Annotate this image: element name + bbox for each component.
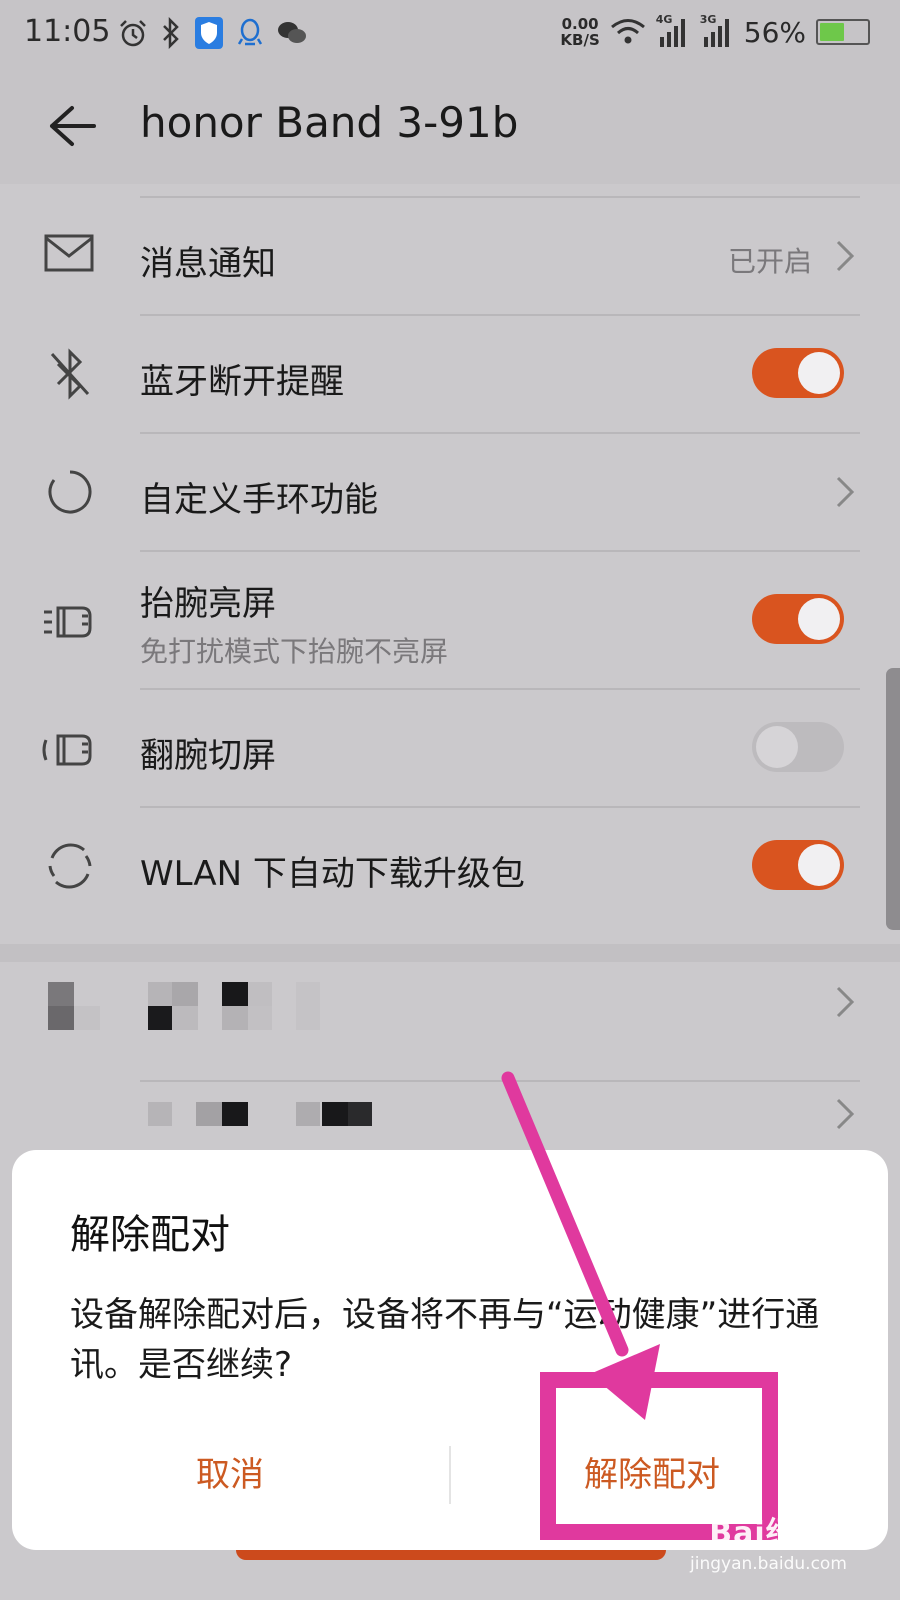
setting-label: 自定义手环功能 xyxy=(140,480,378,520)
mosaic-block xyxy=(148,1006,172,1030)
circle-refresh-icon xyxy=(48,470,92,514)
mosaic-block xyxy=(222,1102,248,1126)
signal-icon-2: 3G xyxy=(700,13,734,49)
mosaic-block xyxy=(248,982,272,1006)
watermark-url: jingyan.baidu.com xyxy=(690,1554,847,1574)
qq-icon xyxy=(237,18,263,46)
battery-icon xyxy=(816,19,870,45)
mosaic-block xyxy=(296,982,320,1030)
setting-row-wlan-upgrade: WLAN 下自动下载升级包 xyxy=(0,806,900,924)
mosaic-block xyxy=(48,982,74,1006)
toggle-switch[interactable] xyxy=(752,348,844,398)
back-arrow-icon[interactable] xyxy=(40,96,100,156)
divider xyxy=(140,1080,860,1082)
watermark: Bai经验 jingyan.baidu.com xyxy=(690,1508,847,1574)
mosaic-block xyxy=(148,982,172,1006)
mosaic-block xyxy=(74,1006,100,1030)
bluetooth-icon xyxy=(163,17,179,49)
battery-percent: 56% xyxy=(743,15,806,49)
chevron-right-icon xyxy=(836,476,855,508)
dialog-title: 解除配对 xyxy=(70,1212,230,1258)
toggle-switch[interactable] xyxy=(752,840,844,890)
mosaic-block xyxy=(322,1102,348,1126)
setting-label: 抬腕亮屏 xyxy=(140,584,276,624)
obscured-row[interactable] xyxy=(0,962,900,1080)
setting-row-message-notify[interactable]: 消息通知 已开启 xyxy=(0,196,900,314)
unpair-confirm-button[interactable]: 解除配对 xyxy=(452,1440,852,1510)
chevron-right-icon xyxy=(836,986,855,1018)
mosaic-block xyxy=(48,1006,74,1030)
signal-icon: 4G xyxy=(656,13,690,49)
toggle-switch[interactable] xyxy=(752,722,844,772)
setting-row-bluetooth-remind: 蓝牙断开提醒 xyxy=(0,314,900,432)
setting-row-custom-function[interactable]: 自定义手环功能 xyxy=(0,432,900,550)
scrollbar[interactable] xyxy=(886,668,900,930)
cancel-button[interactable]: 取消 xyxy=(30,1440,430,1510)
wechat-icon xyxy=(278,22,306,43)
setting-row-rotate-wrist: 翻腕切屏 xyxy=(0,688,900,806)
app-bar: honor Band 3-91b xyxy=(0,66,900,184)
network-speed: 0.00 KB/S xyxy=(560,15,600,49)
section-gap xyxy=(0,944,900,962)
setting-sublabel: 免打扰模式下抬腕不亮屏 xyxy=(140,635,449,668)
mosaic-block xyxy=(196,1102,222,1126)
watermark-logo: Bai经验 xyxy=(709,1516,828,1551)
toggle-switch[interactable] xyxy=(752,594,844,644)
page-title: honor Band 3-91b xyxy=(140,98,519,147)
setting-label: 翻腕切屏 xyxy=(140,736,276,776)
mosaic-block xyxy=(148,1102,172,1126)
status-time: 11:05 xyxy=(24,14,111,49)
status-right-icons: 0.00 KB/S 4G 3G 56% xyxy=(560,12,870,52)
setting-label: WLAN 下自动下载升级包 xyxy=(140,854,525,894)
chevron-right-icon xyxy=(836,1098,855,1130)
mosaic-block xyxy=(172,982,198,1006)
setting-row-raise-wrist: 抬腕亮屏 免打扰模式下抬腕不亮屏 xyxy=(0,550,900,688)
divider xyxy=(140,688,860,690)
mosaic-block xyxy=(222,1006,248,1030)
wifi-icon xyxy=(610,19,645,44)
chevron-right-icon xyxy=(836,240,855,272)
status-left-icons xyxy=(118,14,308,52)
bluetooth-off-icon xyxy=(50,348,90,400)
settings-list: 消息通知 已开启 蓝牙断开提醒 自定义手环功能 抬腕亮屏 免打扰模式下抬腕不亮屏… xyxy=(0,184,900,944)
divider xyxy=(140,196,860,198)
setting-value: 已开启 xyxy=(727,245,812,278)
divider xyxy=(140,550,860,552)
alarm-icon xyxy=(120,20,146,47)
raise-wrist-icon xyxy=(44,606,92,638)
mail-icon xyxy=(44,234,94,272)
rotate-wrist-icon xyxy=(42,734,92,766)
mosaic-block xyxy=(222,982,248,1006)
mosaic-block xyxy=(296,1102,320,1126)
divider xyxy=(140,806,860,808)
setting-label: 蓝牙断开提醒 xyxy=(140,362,344,402)
unpair-dialog: 解除配对 设备解除配对后，设备将不再与“运动健康”进行通讯。是否继续? 取消 解… xyxy=(12,1150,888,1550)
divider xyxy=(140,432,860,434)
mosaic-block xyxy=(172,1006,198,1030)
divider xyxy=(140,314,860,316)
dialog-message: 设备解除配对后，设备将不再与“运动健康”进行通讯。是否继续? xyxy=(70,1295,820,1385)
shield-icon xyxy=(195,17,223,49)
mosaic-block xyxy=(348,1102,372,1126)
button-divider xyxy=(449,1446,451,1504)
status-bar: 11:05 0.00 KB/S 4G 3G 56% xyxy=(0,0,900,66)
sync-icon xyxy=(48,843,92,889)
setting-label: 消息通知 xyxy=(140,244,276,284)
obscured-list xyxy=(0,962,900,1162)
mosaic-block xyxy=(248,1006,272,1030)
